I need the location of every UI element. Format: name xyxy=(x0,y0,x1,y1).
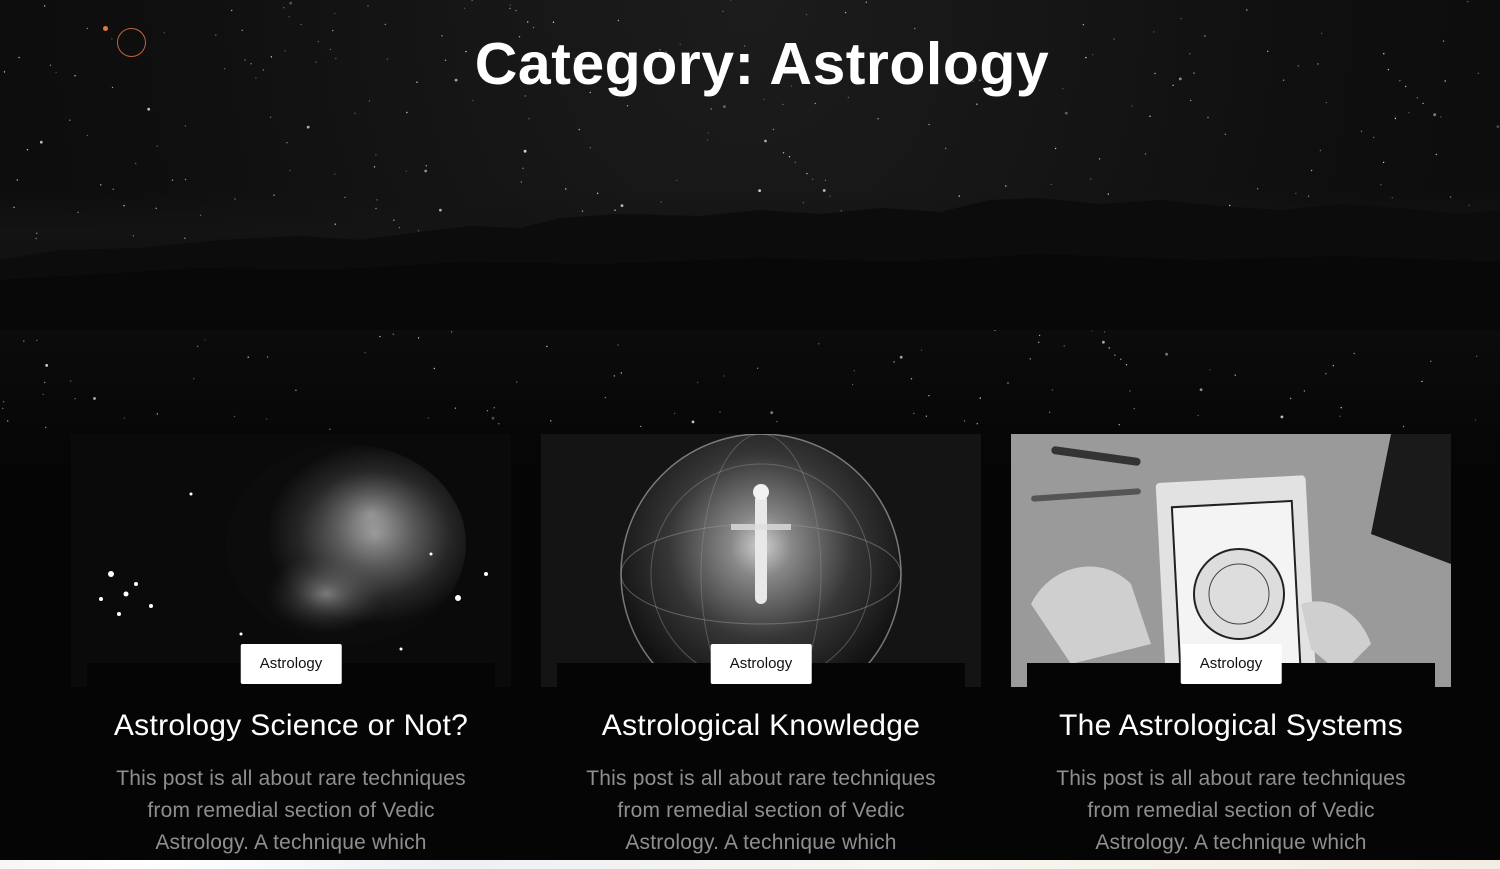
post-title[interactable]: Astrological Knowledge xyxy=(541,709,981,743)
post-card[interactable]: Astrology Astrology Science or Not? This… xyxy=(71,434,511,859)
post-excerpt: This post is all about rare techniques f… xyxy=(116,767,466,854)
post-thumbnail[interactable]: Astrology xyxy=(71,434,511,687)
post-card[interactable]: Astrology The Astrological Systems This … xyxy=(1011,434,1451,859)
category-badge[interactable]: Astrology xyxy=(1180,644,1282,684)
post-title[interactable]: Astrology Science or Not? xyxy=(71,709,511,743)
category-badge[interactable]: Astrology xyxy=(710,644,812,684)
post-excerpt: This post is all about rare techniques f… xyxy=(1056,767,1406,854)
browser-taskbar-strip xyxy=(0,860,1500,869)
category-badge[interactable]: Astrology xyxy=(240,644,342,684)
post-title[interactable]: The Astrological Systems xyxy=(1011,709,1451,743)
mountain-silhouette xyxy=(0,198,1500,330)
post-thumbnail[interactable]: Astrology xyxy=(541,434,981,687)
post-thumbnail[interactable]: Astrology xyxy=(1011,434,1451,687)
post-excerpt: This post is all about rare techniques f… xyxy=(586,767,936,854)
page-title: Category: Astrology xyxy=(474,31,1050,97)
post-card[interactable]: Astrology Astrological Knowledge This po… xyxy=(541,434,981,859)
